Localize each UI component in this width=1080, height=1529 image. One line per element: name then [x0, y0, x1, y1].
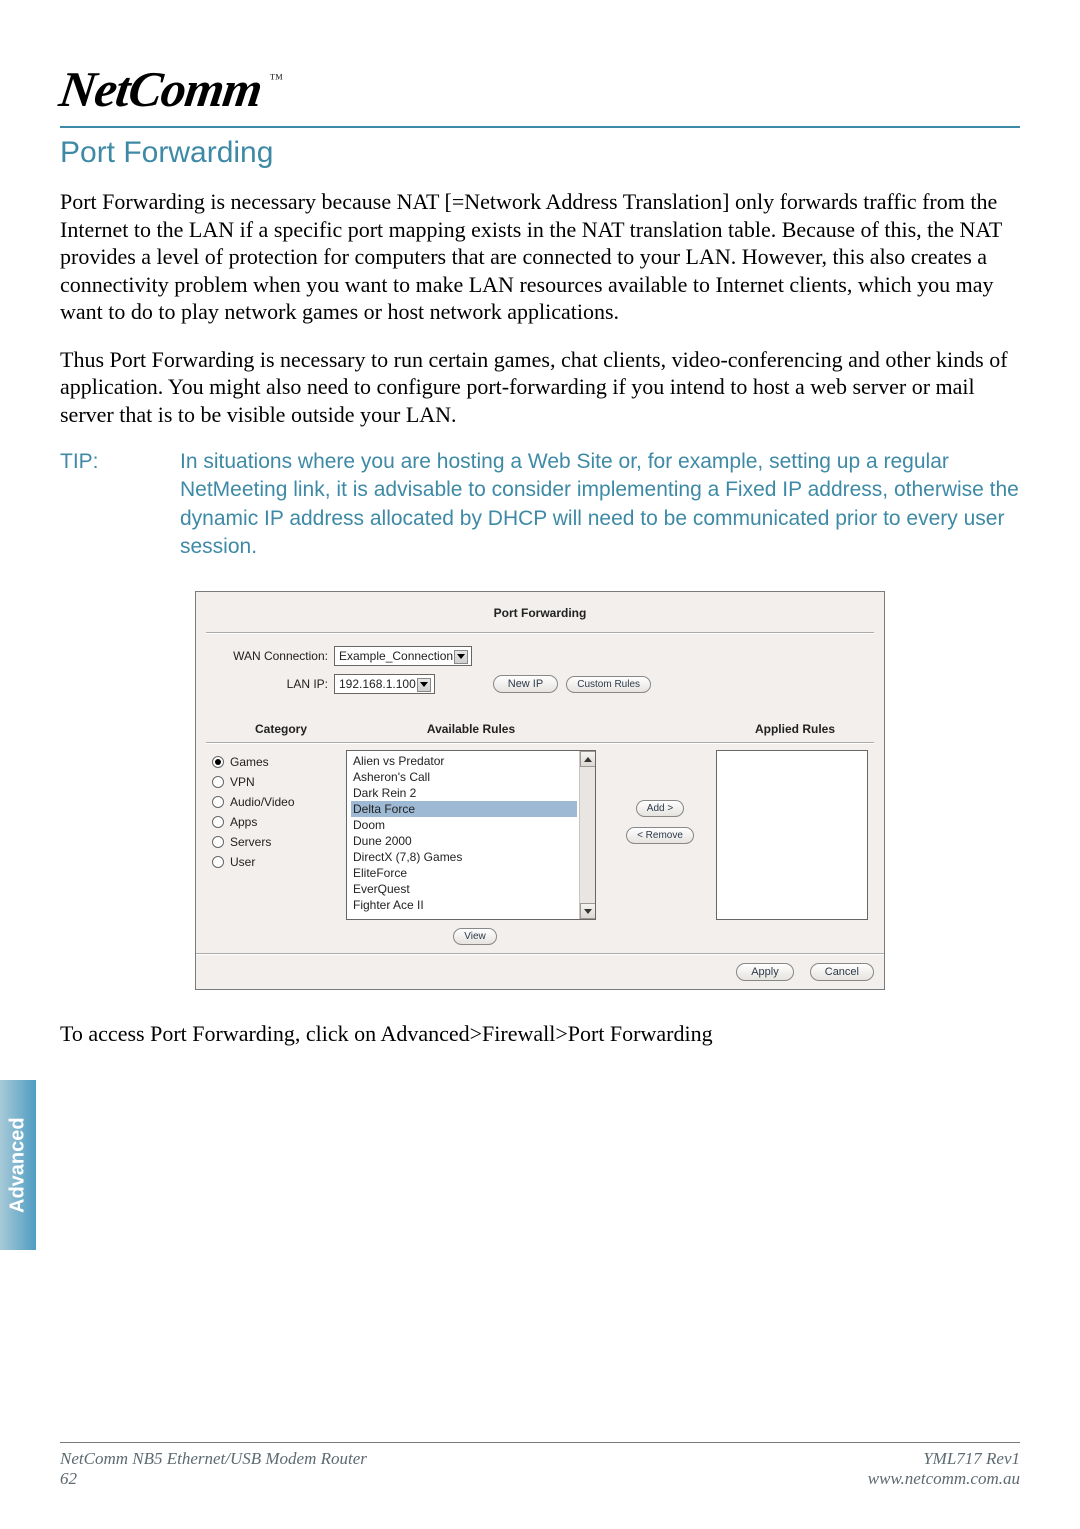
radio-icon — [212, 756, 224, 768]
footer-product-name: NetComm NB5 Ethernet/USB Modem Router — [60, 1449, 367, 1469]
cancel-button[interactable]: Cancel — [810, 963, 874, 981]
header-applied-rules: Applied Rules — [716, 722, 874, 736]
category-label: User — [230, 855, 255, 869]
brand-logo: NetComm — [56, 60, 265, 118]
scroll-up-button[interactable] — [580, 751, 596, 767]
page-header: NetComm ™ — [60, 60, 1020, 128]
page-footer: NetComm NB5 Ethernet/USB Modem Router 62… — [60, 1442, 1020, 1489]
list-item[interactable]: Dune 2000 — [351, 833, 577, 849]
chevron-down-icon — [457, 654, 465, 659]
lan-ip-value: 192.168.1.100 — [339, 677, 416, 691]
list-item[interactable]: EliteForce — [351, 865, 577, 881]
list-item[interactable]: EverQuest — [351, 881, 577, 897]
trademark-symbol: ™ — [269, 72, 283, 87]
category-option-apps[interactable]: Apps — [212, 812, 346, 832]
radio-icon — [212, 796, 224, 808]
tip-body: In situations where you are hosting a We… — [180, 448, 1020, 561]
wan-connection-select[interactable]: Example_Connection — [334, 646, 472, 666]
chevron-down-icon — [420, 682, 428, 687]
new-ip-button[interactable]: New IP — [493, 675, 558, 693]
radio-icon — [212, 776, 224, 788]
panel-footer: Apply Cancel — [196, 953, 884, 989]
available-rules-listbox[interactable]: Alien vs Predator Asheron's Call Dark Re… — [346, 750, 596, 920]
header-category: Category — [206, 722, 346, 736]
tip-block: TIP: In situations where you are hosting… — [60, 448, 1020, 561]
footer-page-number: 62 — [60, 1469, 367, 1489]
footer-doc-rev: YML717 Rev1 — [868, 1449, 1020, 1469]
rules-header-row: Category Available Rules Applied Rules — [206, 722, 874, 744]
wan-connection-value: Example_Connection — [339, 649, 453, 663]
tip-label: TIP: — [60, 448, 120, 476]
lan-ip-select[interactable]: 192.168.1.100 — [334, 674, 435, 694]
intro-paragraph-1: Port Forwarding is necessary because NAT… — [60, 188, 1020, 326]
category-option-games[interactable]: Games — [212, 752, 346, 772]
scroll-down-button[interactable] — [580, 903, 596, 919]
section-title: Port Forwarding — [60, 136, 1020, 170]
section-side-tab: Advanced — [0, 1080, 36, 1250]
chevron-up-icon — [584, 757, 592, 762]
view-button[interactable]: View — [453, 928, 497, 945]
list-item[interactable]: Fighter Ace II — [351, 897, 577, 913]
footer-url: www.netcomm.com.au — [868, 1469, 1020, 1489]
brand-logo-text: NetComm — [56, 61, 265, 117]
wan-connection-label: WAN Connection: — [206, 649, 334, 663]
move-buttons: Add > < Remove — [596, 750, 716, 844]
panel-title: Port Forwarding — [206, 606, 874, 632]
category-option-user[interactable]: User — [212, 852, 346, 872]
radio-icon — [212, 836, 224, 848]
radio-icon — [212, 816, 224, 828]
custom-rules-button[interactable]: Custom Rules — [566, 676, 651, 693]
category-label: Servers — [230, 835, 271, 849]
applied-rules-listbox[interactable] — [716, 750, 868, 920]
wan-connection-row: WAN Connection: Example_Connection — [206, 646, 874, 666]
category-list: Games VPN Audio/Video — [206, 750, 346, 872]
header-available-rules: Available Rules — [346, 722, 596, 736]
category-option-audio-video[interactable]: Audio/Video — [212, 792, 346, 812]
radio-icon — [212, 856, 224, 868]
list-item[interactable]: Delta Force — [351, 801, 577, 817]
category-label: Apps — [230, 815, 257, 829]
lan-ip-label: LAN IP: — [206, 677, 334, 691]
divider — [206, 632, 874, 634]
list-item[interactable]: Doom — [351, 817, 577, 833]
list-item[interactable]: DirectX (7,8) Games — [351, 849, 577, 865]
list-item[interactable]: Dark Rein 2 — [351, 785, 577, 801]
access-path-text: To access Port Forwarding, click on Adva… — [60, 1020, 1020, 1048]
category-option-servers[interactable]: Servers — [212, 832, 346, 852]
add-rule-button[interactable]: Add > — [636, 800, 684, 817]
list-item[interactable]: Asheron's Call — [351, 769, 577, 785]
category-label: VPN — [230, 775, 255, 789]
chevron-down-icon — [584, 909, 592, 914]
scrollbar[interactable] — [579, 751, 595, 919]
intro-paragraph-2: Thus Port Forwarding is necessary to run… — [60, 346, 1020, 429]
apply-button[interactable]: Apply — [736, 963, 794, 981]
lan-ip-row: LAN IP: 192.168.1.100 New IP Custom Rule… — [206, 674, 874, 694]
remove-rule-button[interactable]: < Remove — [626, 827, 694, 844]
port-forwarding-panel: Port Forwarding WAN Connection: Example_… — [195, 591, 885, 990]
category-option-vpn[interactable]: VPN — [212, 772, 346, 792]
list-item[interactable]: Alien vs Predator — [351, 753, 577, 769]
category-label: Audio/Video — [230, 795, 295, 809]
category-label: Games — [230, 755, 269, 769]
